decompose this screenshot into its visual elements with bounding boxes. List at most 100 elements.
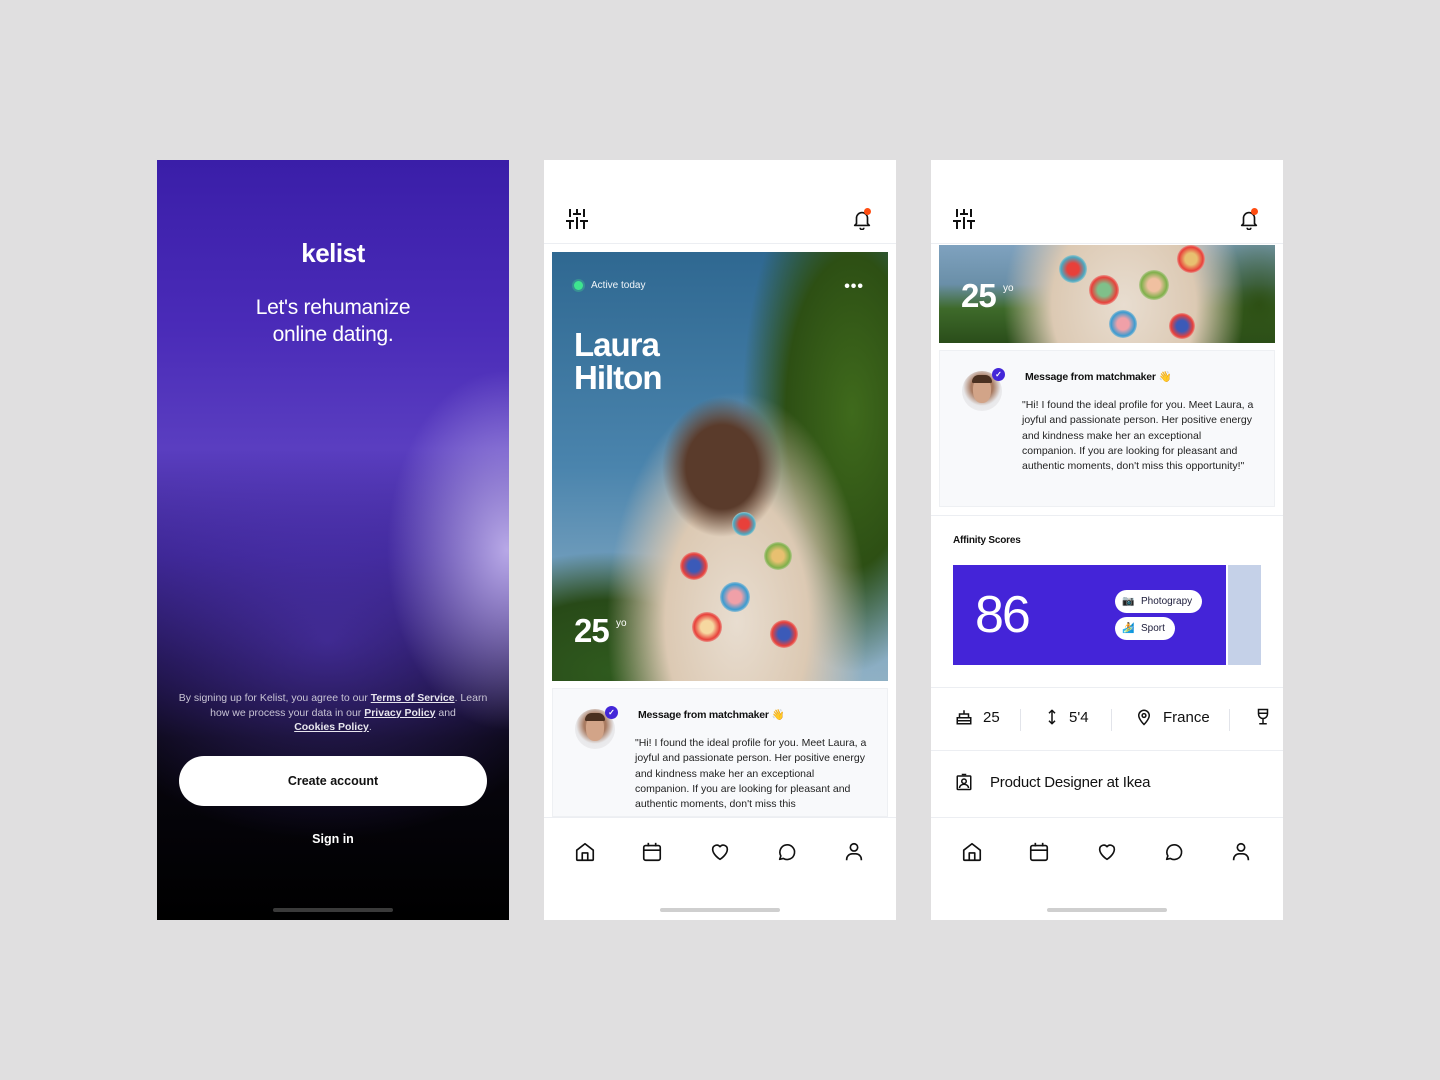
wave-emoji-icon: 👋 [771,709,785,721]
message-body: "Hi! I found the ideal profile for you. … [635,737,867,811]
notifications-button[interactable] [1235,205,1263,233]
matchmaker-message-card[interactable]: ✓ Message from matchmaker 👋 "Hi! I found… [552,688,888,817]
sliders-icon [953,209,975,229]
interest-chip-label: Photograpy [1141,596,1193,607]
stat-age: 25 [955,708,1000,726]
home-indicator[interactable] [1047,908,1167,912]
profile-age: 25 [574,612,610,649]
stat-height: 5'4 [1045,708,1089,726]
activity-status-text: Active today [591,280,646,291]
home-icon [575,842,595,862]
cookies-policy-link[interactable]: Cookies Policy [294,721,369,733]
heart-icon [711,844,729,861]
next-affinity-card[interactable] [1228,565,1261,665]
nav-likes[interactable] [1095,840,1119,864]
message-title: Message from matchmaker 👋 [1025,370,1172,383]
legal-text: . [368,721,372,733]
tagline-line-2: online dating. [272,323,394,346]
nav-calendar[interactable] [640,840,664,864]
privacy-policy-link[interactable]: Privacy Policy [364,707,435,719]
more-options-button[interactable]: ••• [844,278,864,296]
profile-age: 25 [961,277,997,314]
photo-detail [680,552,708,580]
notification-dot [1251,208,1258,215]
wave-emoji-icon: 👋 [1158,371,1172,383]
legal-text: By signing up for Kelist, you agree to o… [178,692,371,704]
bottom-navigation [931,817,1283,920]
heart-icon [1098,844,1116,861]
filter-button[interactable] [950,205,978,233]
sign-in-button[interactable]: Sign in [157,832,509,846]
legal-text: and [435,706,456,719]
chat-icon [778,844,796,861]
first-name: Laura [574,326,660,363]
nav-home[interactable] [960,840,984,864]
job-info: Product Designer at Ikea [955,773,1150,791]
photo-detail [770,620,798,648]
app-header [544,160,896,244]
stat-value: France [1163,708,1210,726]
affinity-score-value: 86 [975,586,1031,644]
user-icon [845,842,863,861]
home-indicator[interactable] [660,908,780,912]
message-title-text: Message from matchmaker [638,709,769,721]
affinity-scores-section: Affinity Scores 86 📷 Photograpy 🏄 Sport [931,515,1283,687]
nav-calendar[interactable] [1027,840,1051,864]
stat-divider [1229,709,1230,731]
avatar-hair [585,713,605,721]
job-title: Product Designer at Ikea [990,773,1151,791]
interest-chip[interactable]: 📷 Photograpy [1115,590,1203,613]
profile-name: Laura Hilton [574,326,662,396]
nav-likes[interactable] [708,840,732,864]
matchmaker-avatar: ✓ [575,706,618,749]
stat-drinking [1255,708,1281,726]
id-badge-icon [956,773,972,791]
message-title: Message from matchmaker 👋 [638,708,785,721]
photo-detail [1059,255,1087,283]
sliders-icon [566,209,588,229]
photo-detail [720,582,750,612]
photo-detail [1177,245,1205,273]
avatar-hair [972,375,992,383]
profile-photo-card[interactable]: Active today ••• Laura Hilton 25 yo [552,252,888,681]
nav-profile[interactable] [1229,840,1253,864]
last-name: Hilton [574,359,662,396]
stat-divider [1111,709,1112,731]
nav-messages[interactable] [1162,840,1186,864]
tagline: Let's rehumanize online dating. [157,294,509,348]
profile-photo-strip[interactable]: 25 yo [939,245,1275,343]
age-unit: yo [1003,283,1014,294]
chat-icon [1165,844,1183,861]
cake-icon [956,710,972,725]
calendar-icon [1029,842,1049,862]
age-unit: yo [616,618,627,629]
bottom-navigation [544,817,896,920]
wine-glass-icon [1257,708,1269,725]
message-body: "Hi! I found the ideal profile for you. … [1022,399,1254,473]
terms-of-service-link[interactable]: Terms of Service [371,692,455,704]
nav-home[interactable] [573,840,597,864]
notifications-button[interactable] [848,205,876,233]
stat-value: 5'4 [1069,708,1089,726]
legal-notice: By signing up for Kelist, you agree to o… [177,691,489,735]
stat-location: France [1135,708,1210,726]
photo-detail [1139,270,1169,300]
home-indicator[interactable] [273,908,393,912]
nav-profile[interactable] [842,840,866,864]
nav-messages[interactable] [775,840,799,864]
verified-badge-icon: ✓ [992,368,1005,381]
height-icon [1048,709,1056,725]
matchmaker-avatar: ✓ [962,368,1005,411]
photo-detail [1089,275,1119,305]
create-account-button[interactable]: Create account [179,756,487,806]
interest-chip-label: Sport [1141,623,1165,634]
activity-status: Active today [574,280,645,291]
matchmaker-message-card[interactable]: ✓ Message from matchmaker 👋 "Hi! I found… [939,350,1275,507]
affinity-score-card[interactable]: 86 📷 Photograpy 🏄 Sport [953,565,1226,665]
photo-detail [692,612,722,642]
camera-icon: 📷 [1122,596,1135,607]
filter-button[interactable] [563,205,591,233]
tagline-line-1: Let's rehumanize [255,296,411,319]
interest-chip[interactable]: 🏄 Sport [1115,617,1175,640]
job-row: Product Designer at Ikea [931,752,1283,817]
